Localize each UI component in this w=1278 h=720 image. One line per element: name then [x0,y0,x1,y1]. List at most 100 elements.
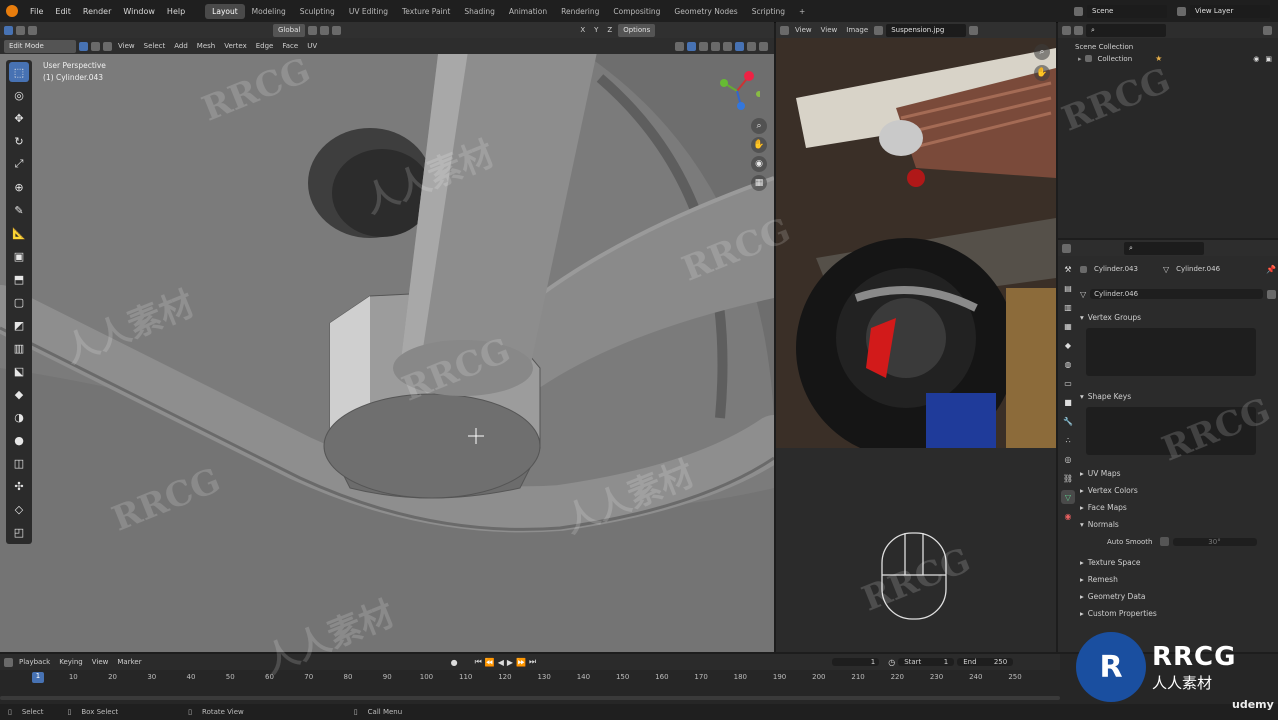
wireframe-shading-icon[interactable] [723,41,732,51]
menu-window[interactable]: Window [117,7,161,16]
overlay-icon[interactable] [699,41,708,51]
poly-build-icon[interactable]: ◆ [9,384,29,404]
properties-editor-icon[interactable] [1062,243,1071,253]
rip-region-icon[interactable]: ◰ [9,522,29,542]
outliner-search-field[interactable]: ⌕ [1086,23,1166,37]
filter-icon[interactable] [1263,25,1272,35]
render-tab-icon[interactable]: ▤ [1061,281,1075,295]
tab-texture-paint[interactable]: Texture Paint [395,4,457,19]
menu-render[interactable]: Render [77,7,117,16]
tab-geometry-nodes[interactable]: Geometry Nodes [667,4,744,19]
shear-icon[interactable]: ◇ [9,499,29,519]
shape-keys-list[interactable] [1086,407,1256,455]
collection-tab-icon[interactable]: ▭ [1061,376,1075,390]
world-tab-icon[interactable]: ◍ [1061,357,1075,371]
edge-select-icon[interactable] [91,41,100,51]
remesh-panel[interactable]: ▸ Remesh [1080,575,1276,584]
axis-x-toggle[interactable]: X [577,26,588,34]
tab-animation[interactable]: Animation [502,4,554,19]
vertex-groups-list[interactable] [1086,328,1256,376]
playhead[interactable]: 1 [32,672,44,683]
rendered-shading-icon[interactable] [759,41,768,51]
view-layer-tab-icon[interactable]: ▦ [1061,319,1075,333]
normals-panel[interactable]: ▾ Normals [1080,520,1276,529]
tab-uv-editing[interactable]: UV Editing [342,4,395,19]
viewport-menu-face[interactable]: Face [279,42,301,50]
tab-rendering[interactable]: Rendering [554,4,606,19]
timeline-scrollbar[interactable] [0,696,1060,700]
expand-arrow-icon[interactable]: ▸ [1078,55,1082,63]
zoom-icon[interactable]: ⌕ [1034,44,1050,60]
tab-sculpting[interactable]: Sculpting [293,4,342,19]
cursor-icon[interactable]: ◎ [9,85,29,105]
transform-orientation-dropdown[interactable]: Global [273,23,306,37]
visibility-eye-icon[interactable]: ◉ [1253,55,1259,63]
scene-icon[interactable] [1074,6,1083,16]
mesh-data-tab-icon[interactable]: ▽ [1061,490,1075,504]
outliner[interactable]: ⌕ Scene Collection ▸ Collection ★ ◉ ▣ [1058,22,1278,238]
viewport-menu-select[interactable]: Select [141,42,169,50]
viewport-menu-edge[interactable]: Edge [253,42,277,50]
material-shading-icon[interactable] [747,41,756,51]
view-layer-selector[interactable]: View Layer [1190,4,1270,18]
grid-perspective-icon[interactable]: ▦ [751,175,767,191]
annotate-icon[interactable]: ✎ [9,200,29,220]
loop-cut-icon[interactable]: ▥ [9,338,29,358]
auto-smooth-angle-field[interactable]: 30° [1172,537,1257,546]
rotate-icon[interactable]: ↻ [9,131,29,151]
viewport-menu-uv[interactable]: UV [304,42,320,50]
transform-icon[interactable]: ⊕ [9,177,29,197]
display-mode-icon[interactable] [1074,25,1083,35]
pivot-icon[interactable] [308,25,318,35]
extrude-icon[interactable]: ⬒ [9,269,29,289]
geometry-data-panel[interactable]: ▸ Geometry Data [1080,592,1276,601]
smooth-icon[interactable]: ● [9,430,29,450]
add-cube-icon[interactable]: ▣ [9,246,29,266]
texture-space-panel[interactable]: ▸ Texture Space [1080,558,1276,567]
options-dropdown[interactable]: Options [618,23,656,37]
face-maps-panel[interactable]: ▸ Face Maps [1080,503,1276,512]
shrink-fatten-icon[interactable]: ✣ [9,476,29,496]
image-browse-icon[interactable] [874,25,884,35]
image-menu-image[interactable]: Image [843,26,871,34]
zoom-icon[interactable]: ⌕ [751,118,767,134]
inset-icon[interactable]: ▢ [9,292,29,312]
menu-edit[interactable]: Edit [49,7,77,16]
add-workspace-button[interactable]: + [792,4,812,19]
mesh-browse-icon[interactable]: ▽ [1080,290,1086,299]
vertex-select-icon[interactable] [79,41,88,51]
image-menu-view[interactable]: View [818,26,841,34]
particles-tab-icon[interactable]: ∴ [1061,433,1075,447]
axis-z-toggle[interactable]: Z [604,26,615,34]
custom-properties-panel[interactable]: ▸ Custom Properties [1080,609,1276,618]
view-layer-icon[interactable] [1177,6,1186,16]
viewport-menu-view[interactable]: View [115,42,138,50]
tab-scripting[interactable]: Scripting [745,4,792,19]
auto-smooth-checkbox[interactable] [1159,537,1169,546]
scene-collection-row[interactable]: Scene Collection [1072,42,1136,51]
pin-icon[interactable] [969,25,979,35]
tab-modeling[interactable]: Modeling [245,4,293,19]
render-camera-icon[interactable]: ▣ [1265,55,1272,63]
physics-tab-icon[interactable]: ◎ [1061,452,1075,466]
select-box-icon[interactable]: ⬚ [9,62,29,82]
vertex-colors-panel[interactable]: ▸ Vertex Colors [1080,486,1276,495]
editor-type-icon[interactable] [780,25,789,35]
image-menu-view-mode[interactable]: View [792,26,815,34]
spin-icon[interactable]: ◑ [9,407,29,427]
snap-icon[interactable] [320,25,330,35]
tab-layout[interactable]: Layout [205,3,245,19]
knife-icon[interactable]: ⬕ [9,361,29,381]
navigation-gizmo[interactable] [714,68,762,114]
3d-viewport[interactable]: User Perspective (1) Cylinder.043 ⌕ ✋ ◉ … [0,38,774,652]
bevel-icon[interactable]: ◩ [9,315,29,335]
object-tab-icon[interactable]: ■ [1061,395,1075,409]
solid-shading-icon[interactable] [735,41,744,51]
scene-tab-icon[interactable]: ◆ [1061,338,1075,352]
mode-dropdown[interactable]: Edit Mode [4,39,76,53]
viewport-menu-add[interactable]: Add [171,42,191,50]
image-editor[interactable]: ⌕ ✋ [776,38,1056,652]
viewport-menu-vertex[interactable]: Vertex [221,42,250,50]
select-tool-icon[interactable] [4,25,13,35]
select-mode-icon[interactable] [28,25,37,35]
